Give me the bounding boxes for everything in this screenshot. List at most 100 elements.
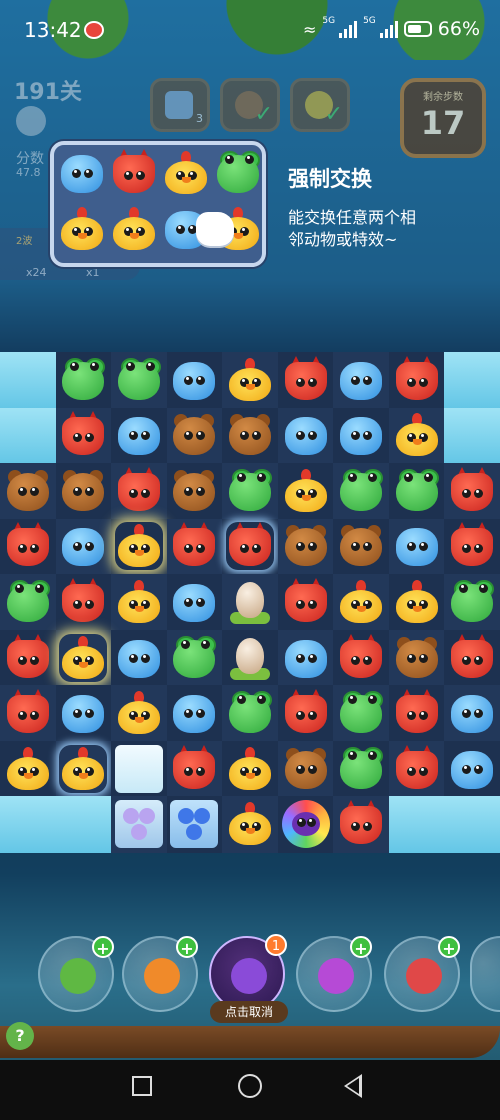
chick-piece[interactable] <box>4 745 52 793</box>
blue-ice-piece[interactable] <box>170 800 219 849</box>
fox-piece[interactable] <box>4 522 52 570</box>
egg-piece[interactable] <box>226 634 274 682</box>
back-icon[interactable] <box>344 1074 362 1098</box>
blue-piece[interactable] <box>448 689 496 737</box>
frog-piece[interactable] <box>226 689 274 737</box>
frog-piece[interactable] <box>393 467 441 515</box>
blue-piece[interactable] <box>59 689 107 737</box>
booster-fish[interactable]: + <box>296 936 372 1012</box>
blue-piece[interactable] <box>282 411 330 459</box>
fox-piece[interactable] <box>59 578 107 626</box>
ice-tile <box>0 407 57 465</box>
blue-piece[interactable] <box>170 356 218 404</box>
network-label-2: 5G <box>363 16 376 26</box>
fox-piece[interactable] <box>282 689 330 737</box>
bear-piece[interactable] <box>170 411 218 459</box>
chick-piece[interactable] <box>337 578 385 626</box>
chick-piece[interactable] <box>226 745 274 793</box>
frog-piece[interactable] <box>337 467 385 515</box>
wave-badge: 2波 <box>16 236 33 247</box>
fox-piece[interactable] <box>448 633 496 682</box>
chick-piece[interactable] <box>282 467 330 515</box>
chick-piece[interactable] <box>59 634 107 682</box>
chick-piece[interactable] <box>226 800 274 848</box>
bear-piece[interactable] <box>4 467 52 515</box>
fox-piece[interactable] <box>226 522 274 570</box>
fox-piece[interactable] <box>448 466 496 515</box>
purple-ice-piece[interactable] <box>114 800 163 849</box>
bear-piece[interactable] <box>226 411 274 459</box>
cancel-label[interactable]: 点击取消 <box>210 1001 288 1023</box>
battery-fill <box>407 25 421 33</box>
bear-piece[interactable] <box>282 522 330 570</box>
home-icon[interactable] <box>238 1074 262 1098</box>
chick-piece[interactable] <box>393 578 441 626</box>
booster-hammer[interactable]: + <box>38 936 114 1012</box>
iceblock-piece[interactable] <box>114 744 163 793</box>
add-icon[interactable]: + <box>92 936 114 958</box>
blue-piece[interactable] <box>115 634 163 682</box>
egg-piece[interactable] <box>226 578 274 626</box>
fox-piece[interactable] <box>282 355 330 404</box>
fox-piece[interactable] <box>337 800 385 848</box>
blue-piece[interactable] <box>337 356 385 404</box>
fox-piece[interactable] <box>59 411 107 459</box>
frog-piece[interactable] <box>337 689 385 737</box>
chick-piece[interactable] <box>393 411 441 459</box>
chick-piece[interactable] <box>115 689 163 737</box>
gear-icon[interactable] <box>16 106 46 136</box>
bear-piece[interactable] <box>59 467 107 515</box>
bear-piece[interactable] <box>337 522 385 570</box>
booster-partial[interactable] <box>470 936 500 1012</box>
goal-ice-block: 3 <box>150 78 210 132</box>
blue-piece[interactable] <box>59 522 107 570</box>
blue-piece[interactable] <box>393 522 441 570</box>
chick-piece[interactable] <box>59 745 107 793</box>
fox-piece[interactable] <box>115 466 163 515</box>
blue-piece[interactable] <box>448 745 496 793</box>
fox-piece[interactable] <box>170 744 218 793</box>
tooltip-line-1: 能交换任意两个相 <box>288 208 417 227</box>
frog-piece[interactable] <box>448 578 496 626</box>
add-icon[interactable]: + <box>438 936 460 958</box>
counter-2: x1 <box>86 266 100 279</box>
bear-piece[interactable] <box>282 745 330 793</box>
fox-piece[interactable] <box>393 689 441 737</box>
booster-rocket[interactable]: + <box>384 936 460 1012</box>
add-icon[interactable]: + <box>176 936 198 958</box>
bear-piece[interactable] <box>170 467 218 515</box>
add-icon[interactable]: + <box>350 936 372 958</box>
fox-piece[interactable] <box>282 578 330 626</box>
fox-piece[interactable] <box>4 633 52 682</box>
chick-piece[interactable] <box>115 578 163 626</box>
frog-piece[interactable] <box>170 634 218 682</box>
fox-piece[interactable] <box>393 744 441 793</box>
blue-piece[interactable] <box>170 578 218 626</box>
blue-piece[interactable] <box>282 634 330 682</box>
check-icon: ✓ <box>254 102 273 127</box>
ice-tile <box>388 796 446 853</box>
bear-piece[interactable] <box>393 634 441 682</box>
fox-piece[interactable] <box>170 522 218 570</box>
fox-piece[interactable] <box>448 522 496 570</box>
blue-piece[interactable] <box>337 411 385 459</box>
recent-apps-icon[interactable] <box>132 1076 152 1096</box>
frog-piece[interactable] <box>337 745 385 793</box>
owl-piece[interactable] <box>281 800 330 849</box>
battery-percent: 66% <box>437 18 480 40</box>
rocket-icon <box>406 958 442 994</box>
help-button[interactable]: ? <box>6 1022 34 1050</box>
frog-piece[interactable] <box>115 356 163 404</box>
fox-piece[interactable] <box>4 689 52 737</box>
weibo-icon <box>84 21 104 39</box>
frog-piece[interactable] <box>226 467 274 515</box>
chick-piece[interactable] <box>115 522 163 570</box>
frog-piece[interactable] <box>59 356 107 404</box>
blue-piece[interactable] <box>170 689 218 737</box>
chick-piece[interactable] <box>226 356 274 404</box>
frog-piece[interactable] <box>4 578 52 626</box>
booster-clock[interactable]: + <box>122 936 198 1012</box>
fox-piece[interactable] <box>337 633 385 682</box>
fox-piece[interactable] <box>393 355 441 404</box>
blue-piece[interactable] <box>115 411 163 459</box>
